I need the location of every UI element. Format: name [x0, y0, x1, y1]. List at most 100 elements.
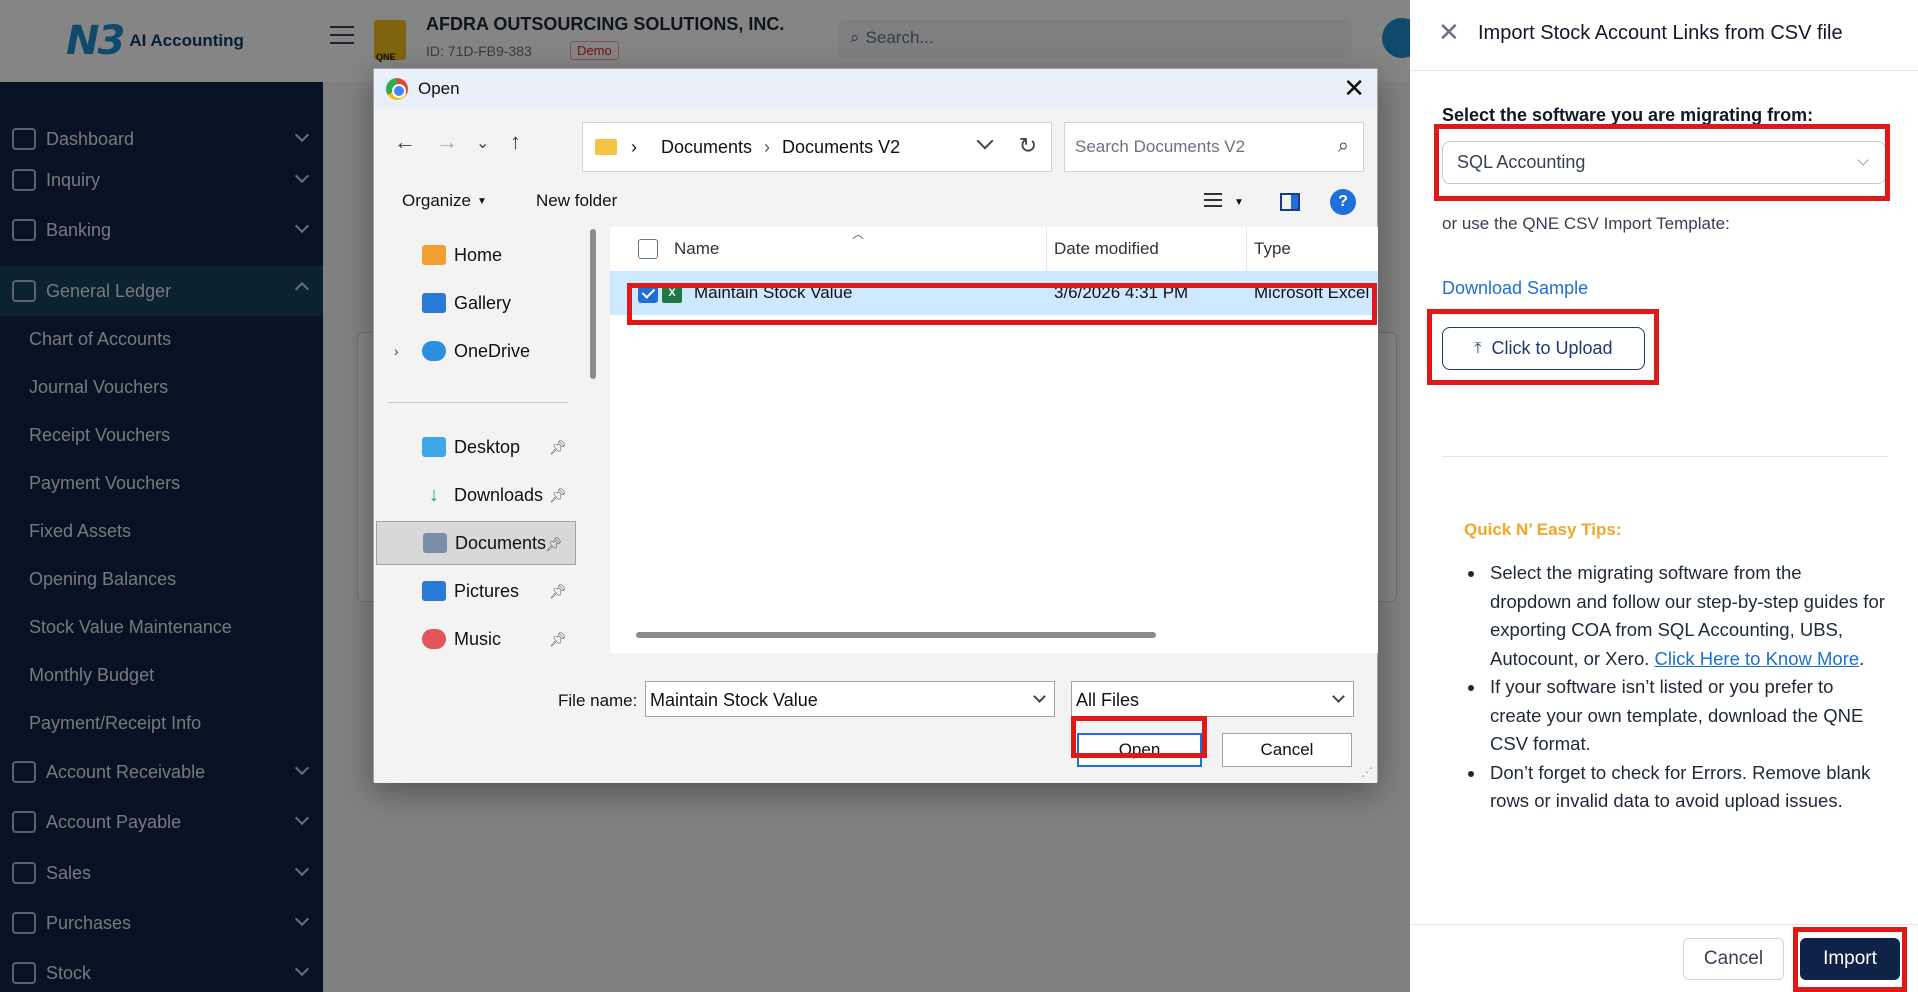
- import-button[interactable]: Import: [1800, 938, 1900, 980]
- pin-icon[interactable]: 📌︎: [549, 487, 567, 504]
- tips-title: Quick N’ Easy Tips:: [1464, 520, 1622, 539]
- cancel-button[interactable]: Cancel: [1683, 938, 1784, 980]
- upload-label: Click to Upload: [1491, 338, 1613, 358]
- dialog-footer: File name: Maintain Stock Value All File…: [374, 653, 1377, 783]
- gallery-icon: [422, 293, 446, 313]
- file-name: Maintain Stock Value: [694, 283, 853, 302]
- tree-item-downloads[interactable]: ↓ Downloads 📌︎: [374, 473, 579, 517]
- cancel-button[interactable]: Cancel: [1222, 733, 1352, 767]
- file-list-scrollbar[interactable]: [636, 632, 1156, 638]
- column-header-date[interactable]: Date modified: [1054, 227, 1159, 271]
- downloads-icon: ↓: [429, 484, 439, 506]
- software-select[interactable]: SQL Accounting: [1442, 141, 1886, 184]
- file-type-select[interactable]: All Files: [1071, 681, 1354, 717]
- column-header-type[interactable]: Type: [1254, 227, 1291, 271]
- tree-item-label: Home: [454, 244, 503, 265]
- preview-pane-icon[interactable]: [1280, 193, 1300, 211]
- resize-grip-icon[interactable]: ⋰: [1361, 765, 1373, 779]
- chevron-down-icon: [1857, 154, 1869, 166]
- dialog-search-placeholder: Search Documents V2: [1075, 137, 1246, 156]
- tree-item-pictures[interactable]: Pictures 📌︎: [374, 569, 579, 613]
- tree-item-label: Pictures: [454, 580, 520, 601]
- tree-item-label: Desktop: [454, 436, 521, 457]
- pin-icon[interactable]: 📌︎: [549, 439, 567, 456]
- upload-button[interactable]: ⤒ Click to Upload: [1442, 327, 1645, 370]
- tree-item-home[interactable]: Home: [374, 233, 579, 277]
- caret-down-icon[interactable]: ▼: [1234, 197, 1244, 208]
- close-icon[interactable]: ✕: [1438, 18, 1460, 46]
- close-icon[interactable]: ✕: [1343, 75, 1365, 101]
- pin-icon[interactable]: 📌︎: [549, 583, 567, 600]
- dialog-search-input[interactable]: Search Documents V2 ⌕: [1064, 122, 1364, 172]
- onedrive-icon: [422, 341, 446, 361]
- dialog-toolbar: Organize ▼ New folder ▼ ?: [374, 177, 1377, 227]
- recent-locations-chevron-icon[interactable]: ⌄: [476, 133, 489, 153]
- address-bar[interactable]: › Documents › Documents V2 ↻: [582, 122, 1052, 172]
- panel-title: Import Stock Account Links from CSV file: [1478, 22, 1843, 44]
- tree-item-gallery[interactable]: Gallery: [374, 281, 579, 325]
- pin-icon[interactable]: 📌︎: [545, 536, 563, 553]
- tree-item-label: Downloads: [454, 484, 544, 505]
- dialog-nav-row: ← → ⌄ ↑ › Documents › Documents V2 ↻ Sea…: [374, 109, 1377, 177]
- software-select-value: SQL Accounting: [1457, 152, 1586, 172]
- file-checkbox[interactable]: [638, 283, 658, 303]
- divider: [1442, 456, 1888, 457]
- file-type: Microsoft Excel: [1254, 283, 1370, 302]
- file-list: ︿ Name Date modified Type X Maintain Sto…: [610, 227, 1378, 653]
- forward-arrow-icon[interactable]: →: [436, 129, 458, 155]
- sort-ascending-icon: ︿: [852, 227, 865, 241]
- open-file-dialog: Open ✕ ← → ⌄ ↑ › Documents › Documents V…: [373, 68, 1378, 783]
- file-name-label: File name:: [558, 691, 638, 710]
- know-more-link[interactable]: Click Here to Know More: [1655, 648, 1860, 669]
- chevron-right-icon[interactable]: ›: [394, 343, 399, 359]
- file-row[interactable]: X Maintain Stock Value 3/6/2026 4:31 PM …: [610, 271, 1378, 315]
- caret-down-icon: ▼: [476, 196, 487, 208]
- upload-icon: ⤒: [1474, 339, 1482, 357]
- breadcrumb-chevron-icon: ›: [631, 136, 637, 157]
- up-arrow-icon[interactable]: ↑: [510, 129, 521, 155]
- import-panel: ✕ Import Stock Account Links from CSV fi…: [1410, 0, 1918, 992]
- file-type-value: All Files: [1076, 690, 1140, 710]
- breadcrumb-item[interactable]: Documents V2: [782, 137, 900, 158]
- divider: [1410, 70, 1918, 71]
- dialog-title: Open: [418, 79, 460, 98]
- file-name-input[interactable]: Maintain Stock Value: [645, 681, 1055, 717]
- chrome-icon: [386, 78, 408, 100]
- open-button[interactable]: Open: [1077, 733, 1202, 767]
- breadcrumb-item[interactable]: Documents: [661, 137, 752, 158]
- pictures-icon: [422, 581, 446, 601]
- dialog-title-bar: Open ✕: [374, 69, 1377, 109]
- folder-icon: [595, 139, 617, 155]
- refresh-icon[interactable]: ↻: [1019, 133, 1037, 159]
- music-icon: [422, 629, 446, 649]
- column-header-name[interactable]: Name: [674, 227, 719, 271]
- search-icon: ⌕: [1337, 135, 1349, 157]
- view-list-icon[interactable]: [1204, 193, 1222, 209]
- chevron-down-icon: [1332, 690, 1345, 703]
- tree-divider: [388, 402, 568, 403]
- tips-list: Select the migrating software from the d…: [1486, 559, 1886, 816]
- back-arrow-icon[interactable]: ←: [394, 129, 416, 155]
- tip-item: Don’t forget to check for Errors. Remove…: [1486, 759, 1886, 816]
- tip-item: If your software isn’t listed or you pre…: [1486, 673, 1886, 759]
- help-icon[interactable]: ?: [1330, 189, 1356, 215]
- organize-menu[interactable]: Organize ▼: [402, 191, 487, 211]
- navigation-pane: Home Gallery › OneDrive Desktop 📌︎ ↓ Dow…: [374, 227, 579, 653]
- chevron-down-icon[interactable]: [1033, 690, 1046, 703]
- select-all-checkbox[interactable]: [638, 227, 658, 271]
- desktop-icon: [422, 437, 446, 457]
- new-folder-button[interactable]: New folder: [536, 191, 617, 211]
- navigation-scrollbar[interactable]: [590, 229, 596, 379]
- checkbox[interactable]: [638, 239, 658, 259]
- download-sample-link[interactable]: Download Sample: [1442, 278, 1588, 299]
- chevron-down-icon[interactable]: [976, 132, 994, 150]
- tree-item-onedrive[interactable]: › OneDrive: [374, 329, 579, 373]
- tree-item-label: OneDrive: [454, 340, 531, 361]
- tree-item-documents[interactable]: Documents 📌︎: [376, 521, 576, 565]
- tree-item-label: Gallery: [454, 292, 512, 313]
- tree-item-desktop[interactable]: Desktop 📌︎: [374, 425, 579, 469]
- pin-icon[interactable]: 📌︎: [549, 631, 567, 648]
- template-hint: or use the QNE CSV Import Template:: [1442, 214, 1730, 233]
- breadcrumb-separator-icon: ›: [764, 136, 771, 157]
- tree-item-music[interactable]: Music 📌︎: [374, 617, 579, 653]
